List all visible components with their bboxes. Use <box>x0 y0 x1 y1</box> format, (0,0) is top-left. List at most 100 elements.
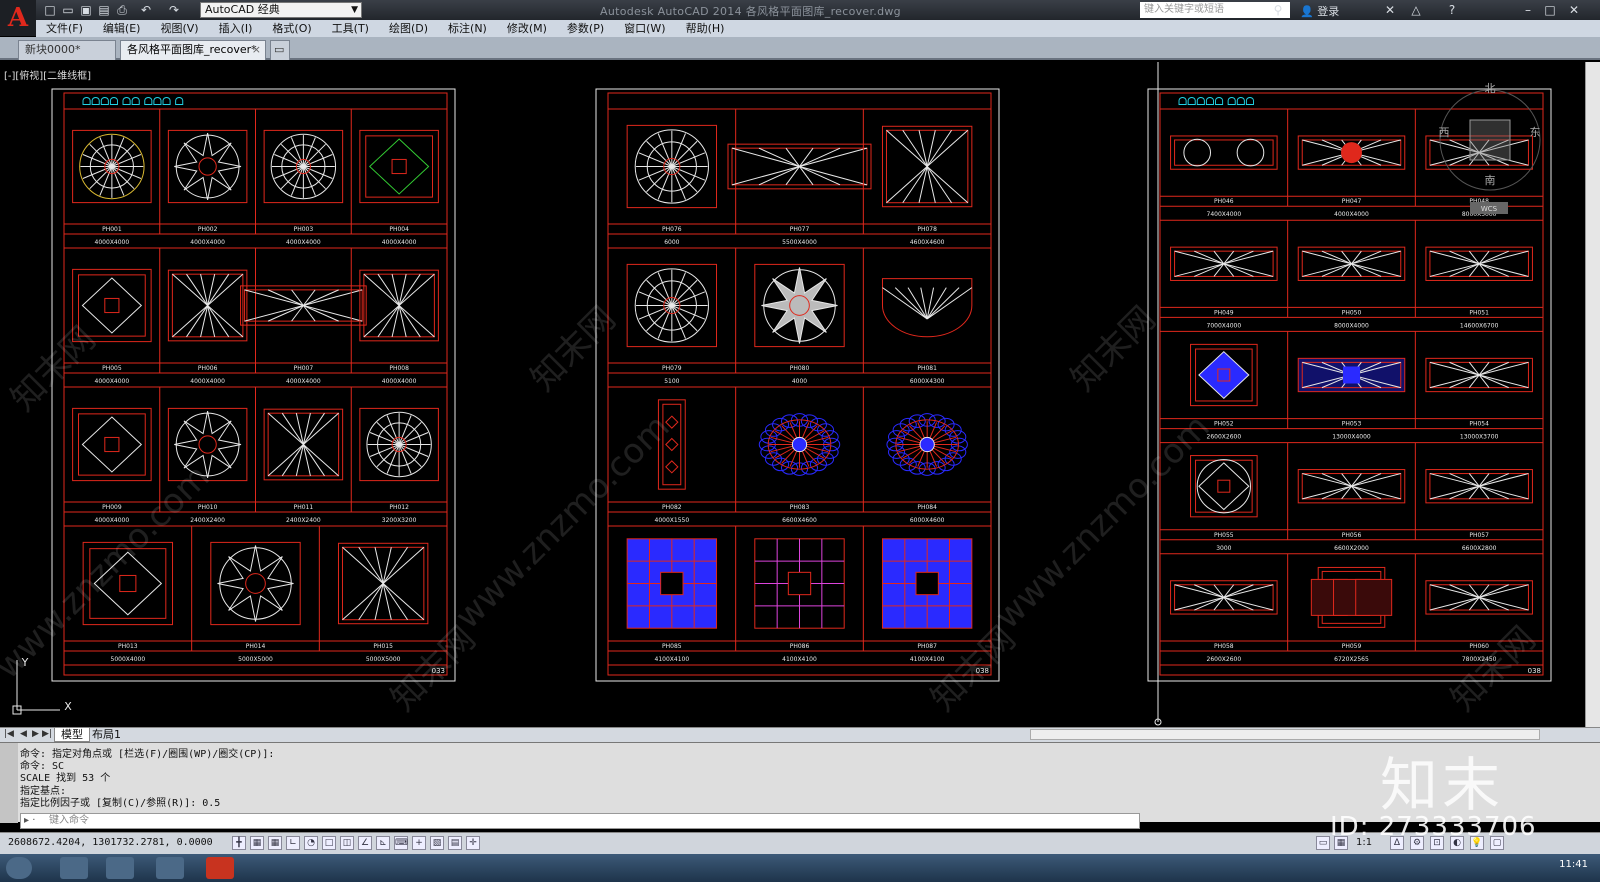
transparency-icon[interactable]: ▧ <box>430 836 444 850</box>
drawing-canvas[interactable]: ᗝᗝᗝᗝ ᗝᗝ ᗝᗝᗝ ᗝ PH001 4000X4000 PH002 4000X400… <box>0 62 1585 727</box>
doc-tab-drawing[interactable]: 各风格平面图库_recover* × <box>120 40 266 60</box>
menu-item[interactable]: 绘图(D) <box>379 20 438 37</box>
quick-properties-icon[interactable]: ▤ <box>448 836 462 850</box>
menu-item[interactable]: 编辑(E) <box>93 20 151 37</box>
motif-center <box>1341 142 1362 164</box>
menu-item[interactable]: 插入(I) <box>209 20 263 37</box>
binoculars-icon[interactable]: ⚲ <box>1270 2 1286 18</box>
infer-constraints-icon[interactable]: ╋ <box>232 836 246 850</box>
print-icon[interactable]: ⎙ <box>114 2 130 18</box>
motif-center <box>791 436 808 453</box>
motif-frame <box>82 541 174 626</box>
redo-icon[interactable]: ↷ <box>166 2 182 18</box>
sheet-number: 033 <box>432 667 445 675</box>
tab-layout1[interactable]: 布局1 <box>86 728 127 742</box>
cad-drawing[interactable]: ᗝᗝᗝᗝ ᗝᗝ ᗝᗝᗝ ᗝPH0014000X4000PH0024000X400… <box>0 62 1585 727</box>
minimize-icon[interactable]: – <box>1520 2 1536 18</box>
close-tab-icon[interactable]: × <box>252 41 261 59</box>
chevron-down-icon: ▼ <box>351 5 358 15</box>
first-layout-icon[interactable]: |◀ <box>4 729 14 739</box>
doc-tab-label: 各风格平面图库_recover* <box>127 43 257 56</box>
pattern-size: 6600X2800 <box>1462 545 1497 552</box>
login-button[interactable]: 👤 登录 <box>1300 3 1339 19</box>
menu-item[interactable]: 文件(F) <box>36 20 93 37</box>
motif-center <box>919 436 935 453</box>
grid-display-icon[interactable]: ▦ <box>268 836 282 850</box>
motif-diamond <box>665 437 679 452</box>
command-window-grip[interactable] <box>0 743 18 823</box>
save-icon[interactable]: ▣ <box>78 2 94 18</box>
doc-tab-block[interactable]: 新块0000* <box>18 40 116 60</box>
compass-west: 西 <box>1439 126 1450 139</box>
undo-icon[interactable]: ↶ <box>138 2 154 18</box>
command-prompt-icon: ▸ · <box>24 815 36 826</box>
command-input[interactable]: ▸ · 键入命令 <box>20 813 1140 829</box>
lineweight-icon[interactable]: + <box>412 836 426 850</box>
pattern-code: PH087 <box>917 643 937 650</box>
menu-item[interactable]: 帮助(H) <box>676 20 735 37</box>
pattern-code: PH004 <box>389 226 409 233</box>
pattern-size: 8000X4000 <box>1334 322 1369 329</box>
pattern-code: PH013 <box>118 643 138 650</box>
compass-east: 东 <box>1530 126 1541 139</box>
menu-item[interactable]: 工具(T) <box>322 20 379 37</box>
motif-star <box>174 411 242 478</box>
pattern-size: 4000X4000 <box>382 378 417 385</box>
prev-layout-icon[interactable]: ◀ <box>20 729 27 739</box>
help-search-input[interactable]: 键入关键字或短语 <box>1140 2 1290 18</box>
new-tab-button[interactable]: ▭ <box>270 40 290 60</box>
exchange-icon[interactable]: ✕ <box>1382 2 1398 18</box>
start-button[interactable] <box>6 857 32 879</box>
taskbar-browser-icon[interactable] <box>156 857 184 879</box>
pattern-size: 4000X4000 <box>286 239 321 246</box>
command-history: 命令: 指定对角点或 [栏选(F)/圈围(WP)/圈交(CP)]: 命令: SC S… <box>20 749 274 810</box>
menu-item[interactable]: 窗口(W) <box>614 20 675 37</box>
dynamic-input-icon[interactable]: ⌨ <box>394 836 408 850</box>
app-menu-button[interactable]: A <box>0 0 36 36</box>
polar-tracking-icon[interactable]: ◔ <box>304 836 318 850</box>
viewport-controls-label[interactable]: [-][俯视][二维线框] <box>4 67 91 82</box>
object-snap-tracking-icon[interactable]: ∠ <box>358 836 372 850</box>
tab-model[interactable]: 模型 <box>54 728 90 742</box>
pattern-size: 4000X1550 <box>655 517 690 524</box>
watermark-brand: 知末 <box>1380 751 1505 819</box>
pattern-size: 4100X4100 <box>782 656 817 663</box>
vertical-scrollbar[interactable] <box>1585 62 1600 727</box>
motif-center <box>915 571 939 596</box>
taskbar-folder-icon[interactable] <box>106 857 134 879</box>
ortho-mode-icon[interactable]: ∟ <box>286 836 300 850</box>
next-layout-icon[interactable]: ▶ <box>32 729 39 739</box>
drawing-sheet: ᗝᗝᗝᗝ ᗝᗝ ᗝᗝᗝ ᗝ PH001 4000X4000 PH002 4000X400… <box>51 88 456 682</box>
menu-item[interactable]: 修改(M) <box>497 20 557 37</box>
object-snap-icon[interactable]: □ <box>322 836 336 850</box>
pattern-code: PH001 <box>102 226 122 233</box>
model-space-icon[interactable]: ▭ <box>1316 836 1330 850</box>
window-title: Autodesk AutoCAD 2014 各风格平面图库_recover.dw… <box>600 5 901 18</box>
dynamic-ucs-icon[interactable]: ⊾ <box>376 836 390 850</box>
new-file-icon[interactable]: □ <box>42 2 58 18</box>
menu-item[interactable]: 格式(O) <box>262 20 321 37</box>
pattern-size: 6720X2565 <box>1334 656 1369 663</box>
taskbar-app-icon[interactable] <box>60 857 88 879</box>
open-folder-icon[interactable]: ▭ <box>60 2 76 18</box>
menu-item[interactable]: 参数(P) <box>557 20 614 37</box>
motif-star <box>761 267 838 344</box>
menu-item[interactable]: 标注(N) <box>438 20 497 37</box>
3d-osnap-icon[interactable]: ◫ <box>340 836 354 850</box>
workspace-dropdown[interactable]: AutoCAD 经典 ▼ <box>200 2 362 18</box>
menu-item[interactable]: 视图(V) <box>150 20 208 37</box>
help-icon[interactable]: ? <box>1444 2 1460 18</box>
motif-arch <box>881 278 973 338</box>
compass-north: 北 <box>1485 82 1496 95</box>
selection-cycling-icon[interactable]: ✛ <box>466 836 480 850</box>
pattern-code: PH055 <box>1214 532 1234 539</box>
maximize-icon[interactable]: □ <box>1542 2 1558 18</box>
close-icon[interactable]: ✕ <box>1566 2 1582 18</box>
snap-mode-icon[interactable]: ▦ <box>250 836 264 850</box>
pattern-size: 4000X4000 <box>95 517 130 524</box>
pattern-size: 4000X4000 <box>286 378 321 385</box>
triangle-icon[interactable]: △ <box>1408 2 1424 18</box>
last-layout-icon[interactable]: ▶| <box>42 729 52 739</box>
save-as-icon[interactable]: ▤ <box>96 2 112 18</box>
taskbar-autocad-icon[interactable] <box>206 857 234 879</box>
